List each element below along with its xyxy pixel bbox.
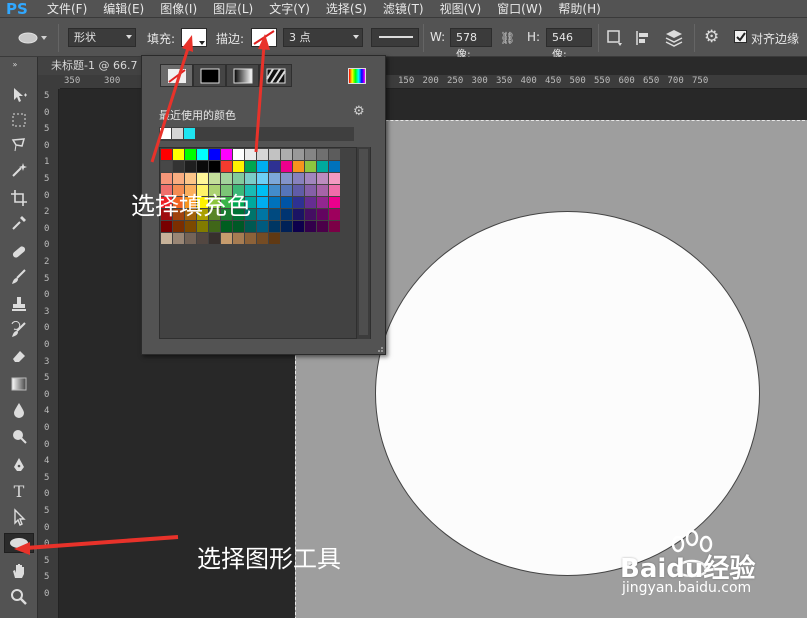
arrow-to-ellipse-tool	[14, 535, 179, 555]
photoshop-window: PS 文件(F) 编辑(E) 图像(I) 图层(L) 文字(Y) 选择(S) 滤…	[0, 0, 807, 618]
arrow-to-fill-swatch	[150, 35, 193, 163]
watermark-url: jingyan.baidu.com	[622, 580, 752, 596]
baidu-watermark: Baidu经验 jingyan.baidu.com	[620, 530, 805, 610]
annotation-arrows	[14, 34, 270, 555]
arrow-to-stroke-swatch	[254, 34, 270, 153]
